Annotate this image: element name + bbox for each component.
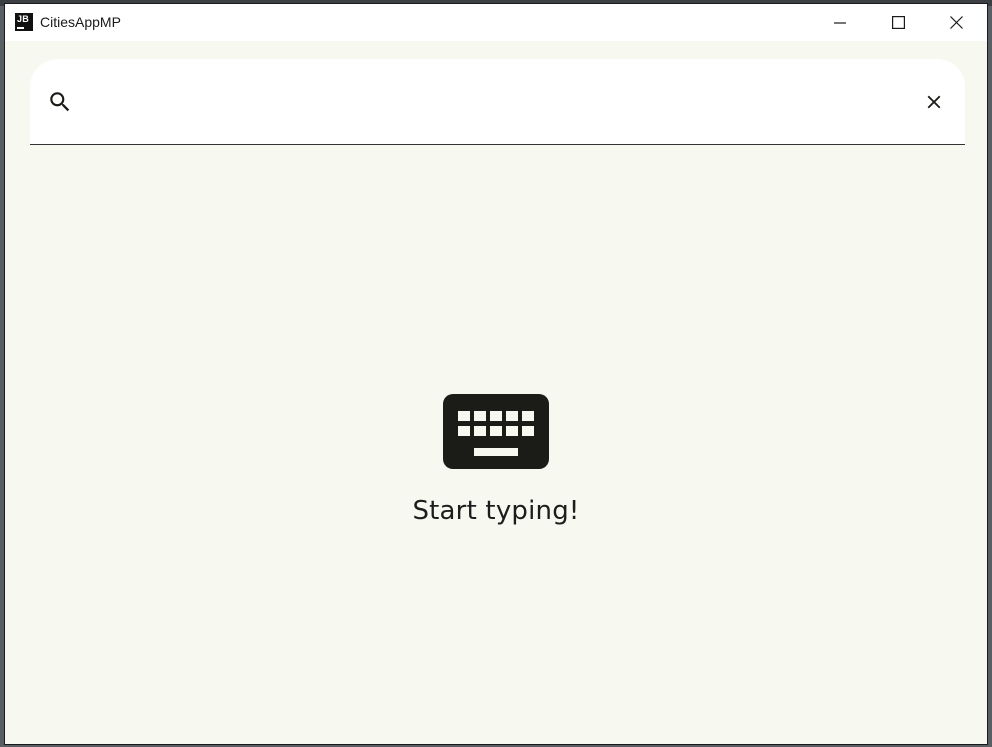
- search-input[interactable]: [92, 83, 906, 123]
- keyboard-icon: [443, 394, 549, 469]
- maximize-button[interactable]: [869, 4, 927, 41]
- close-window-icon: [949, 16, 963, 29]
- search-icon: [50, 92, 70, 112]
- maximize-icon: [891, 16, 905, 29]
- empty-state: Start typing!: [5, 394, 987, 526]
- minimize-button[interactable]: [811, 4, 869, 41]
- app-icon-text: JB: [17, 14, 29, 24]
- close-icon[interactable]: [923, 91, 945, 113]
- close-window-button[interactable]: [927, 4, 985, 41]
- minimize-icon: [834, 21, 846, 24]
- title-bar[interactable]: JB CitiesAppMP: [5, 4, 987, 41]
- app-window: JB CitiesAppMP Start typing!: [5, 4, 987, 744]
- empty-state-message: Start typing!: [412, 496, 580, 526]
- jetbrains-app-icon: JB: [15, 13, 33, 31]
- window-title: CitiesAppMP: [40, 14, 121, 30]
- search-bar: [30, 59, 965, 145]
